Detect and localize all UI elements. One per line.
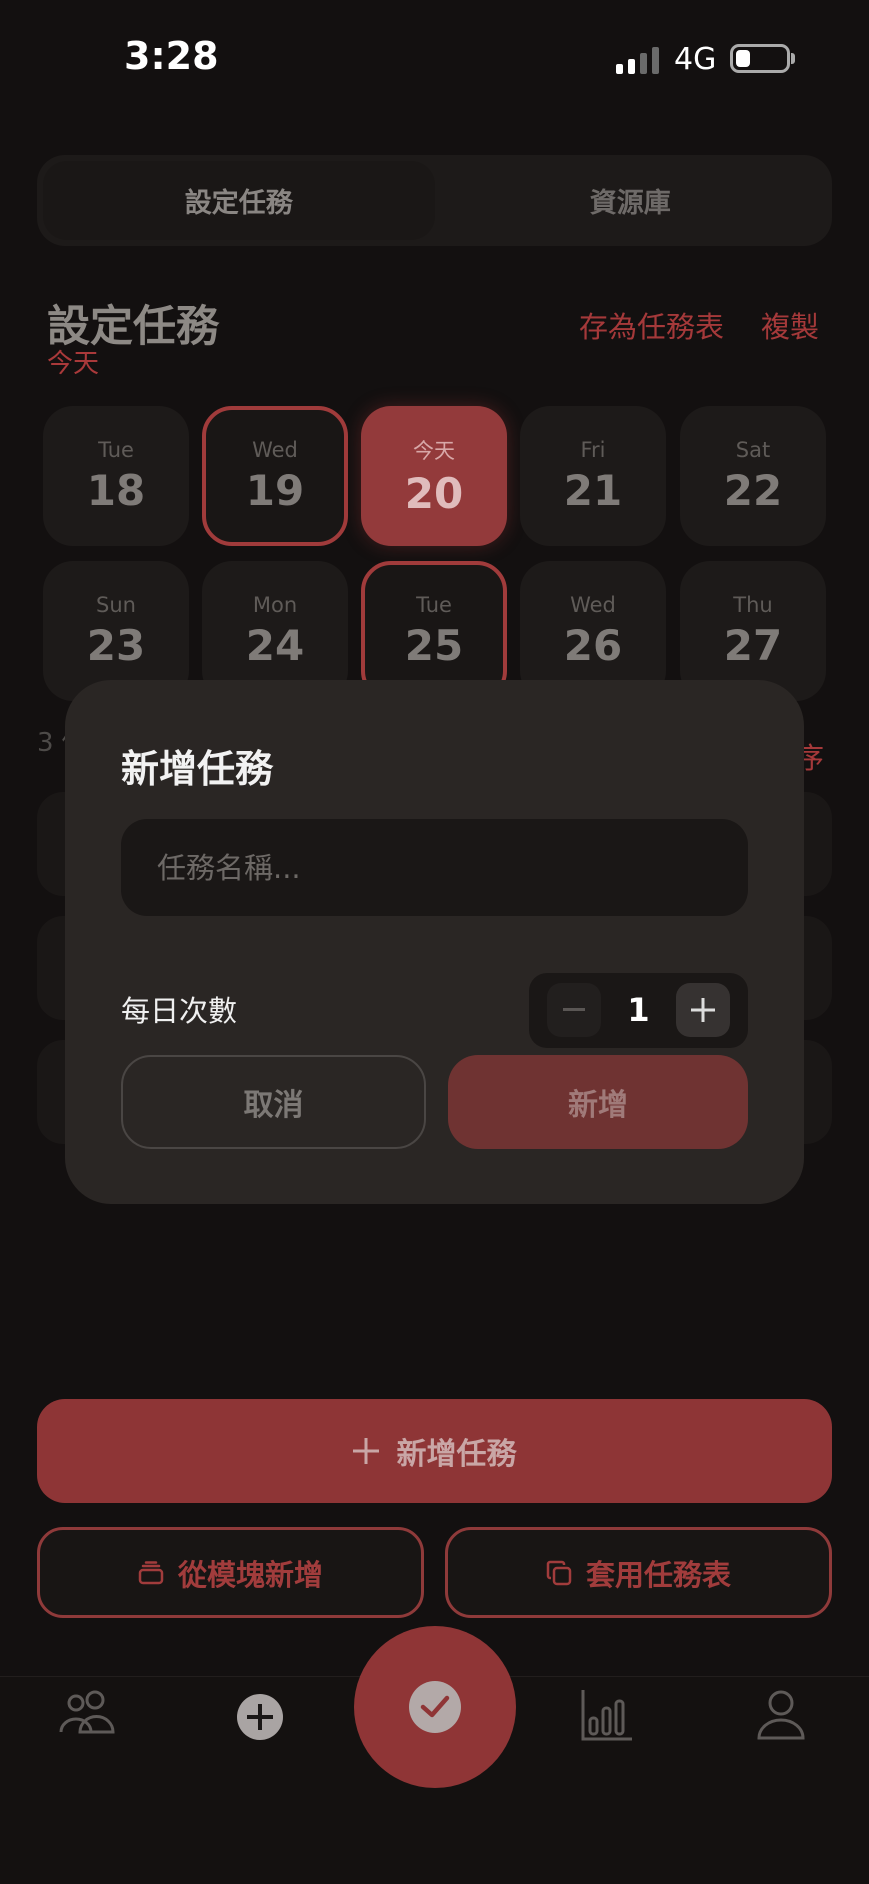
- copy-link[interactable]: 複製: [761, 304, 819, 346]
- day-name: 今天: [413, 438, 455, 463]
- day-name: Wed: [252, 437, 298, 462]
- task-name-input[interactable]: [121, 819, 748, 916]
- day-name: Tue: [416, 592, 452, 617]
- minus-icon: [563, 1008, 585, 1011]
- modal-title: 新增任務: [121, 747, 274, 791]
- check-icon: [409, 1681, 461, 1733]
- day-name: Thu: [733, 592, 773, 617]
- day-name: Wed: [570, 592, 616, 617]
- bar-chart-icon[interactable]: [580, 1688, 634, 1742]
- day-name: Sun: [96, 592, 136, 617]
- center-check-button[interactable]: [354, 1626, 516, 1788]
- day-number: 24: [245, 620, 305, 670]
- from-module-label: 從模塊新增: [177, 1557, 323, 1592]
- add-task-label: 新增任務: [396, 1437, 517, 1472]
- add-task-modal: 新增任務 每日次數 1 取消 新增: [65, 680, 804, 1204]
- plus-circle-icon[interactable]: [236, 1693, 284, 1741]
- decrement-button[interactable]: [547, 983, 601, 1037]
- network-label: 4G: [674, 42, 717, 77]
- day-number: 19: [245, 465, 305, 515]
- apply-table-label: 套用任務表: [585, 1557, 731, 1592]
- cancel-button[interactable]: 取消: [121, 1055, 426, 1149]
- battery-cap: [791, 53, 795, 64]
- day-name: Fri: [580, 437, 606, 462]
- calendar-day[interactable]: Wed 19: [202, 406, 348, 546]
- profile-icon[interactable]: [756, 1690, 806, 1740]
- stack-icon: [138, 1560, 164, 1584]
- copy-icon: [546, 1560, 572, 1585]
- people-icon[interactable]: [58, 1690, 116, 1736]
- status-time: 3:28: [124, 34, 219, 78]
- calendar-day[interactable]: Fri 21: [520, 406, 666, 546]
- day-number: 23: [86, 620, 146, 670]
- battery-icon: [730, 44, 790, 73]
- save-as-table-link[interactable]: 存為任務表: [579, 304, 724, 346]
- daily-count-label: 每日次數: [121, 994, 238, 1028]
- confirm-add-button[interactable]: 新增: [448, 1055, 748, 1149]
- plus-icon: [352, 1438, 379, 1464]
- signal-icon: [616, 44, 662, 74]
- day-number: 26: [563, 620, 623, 670]
- calendar-day[interactable]: Sat 22: [680, 406, 826, 546]
- daily-count-stepper: 1: [529, 973, 748, 1048]
- day-name: Mon: [252, 592, 298, 617]
- add-from-module-button[interactable]: 從模塊新增: [37, 1527, 424, 1618]
- calendar-day-today[interactable]: 今天 20: [361, 406, 507, 546]
- calendar-day[interactable]: Tue 18: [43, 406, 189, 546]
- plus-icon: [691, 998, 715, 1022]
- day-name: Sat: [735, 437, 771, 462]
- day-number: 21: [563, 465, 623, 515]
- page-subtitle: 今天: [47, 349, 100, 379]
- day-number: 25: [404, 620, 464, 670]
- segment-control: 設定任務 資源庫: [37, 155, 832, 246]
- day-number: 20: [404, 468, 464, 518]
- day-name: Tue: [98, 437, 134, 462]
- increment-button[interactable]: [676, 983, 730, 1037]
- daily-count-value: 1: [627, 991, 650, 1029]
- add-task-button[interactable]: 新增任務: [37, 1399, 832, 1503]
- apply-task-table-button[interactable]: 套用任務表: [445, 1527, 832, 1618]
- day-number: 18: [86, 465, 146, 515]
- day-number: 27: [723, 620, 783, 670]
- tab-set-tasks[interactable]: 設定任務: [43, 161, 435, 240]
- tab-resources[interactable]: 資源庫: [435, 161, 827, 240]
- day-number: 22: [723, 465, 783, 515]
